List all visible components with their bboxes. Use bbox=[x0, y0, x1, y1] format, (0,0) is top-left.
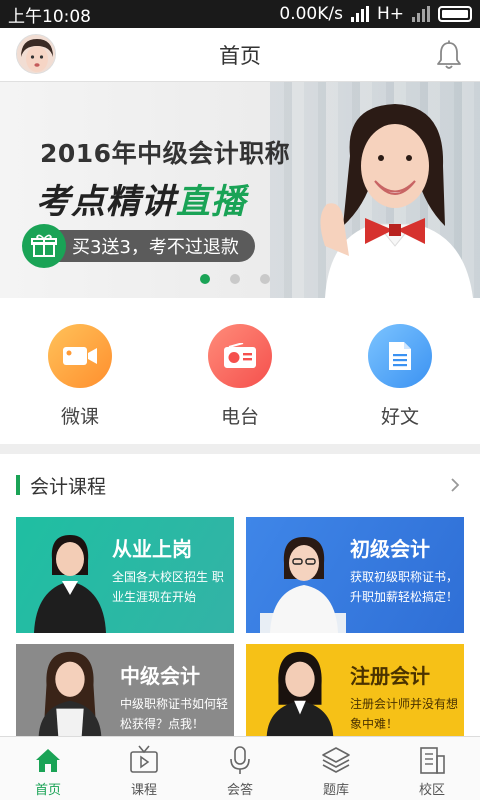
carousel-dot[interactable] bbox=[260, 274, 270, 284]
section-header[interactable]: 会计课程 bbox=[0, 454, 480, 516]
banner-subheadline: 考点精讲直播 bbox=[36, 174, 246, 223]
network-type: H+ bbox=[376, 4, 404, 24]
section-divider bbox=[0, 444, 480, 454]
section-accent-bar bbox=[16, 475, 20, 495]
page-title: 首页 bbox=[219, 43, 261, 68]
quick-nav: 微课 电台 好文 bbox=[0, 298, 480, 444]
carousel-dot[interactable] bbox=[230, 274, 240, 284]
avatar[interactable] bbox=[16, 34, 56, 74]
app-header: 首页 bbox=[0, 28, 480, 82]
tab-label: 校区 bbox=[418, 783, 445, 798]
signal-2-icon bbox=[412, 6, 430, 22]
tv-icon bbox=[130, 745, 158, 773]
quick-nav-label: 电台 bbox=[220, 406, 259, 428]
banner-model-image bbox=[320, 104, 473, 298]
course-description: 中级职称证书如何轻松获得？点我！ bbox=[120, 697, 229, 731]
signal-icon bbox=[350, 6, 369, 22]
promo-text: 买3送3，考不过退款 bbox=[46, 230, 255, 262]
radio-icon bbox=[208, 324, 272, 388]
tab-courses[interactable]: 课程 bbox=[96, 737, 192, 800]
quick-nav-label: 好文 bbox=[380, 406, 419, 428]
course-card-entry[interactable]: 从业上岗 全国各大校区招生 职业生涯现在开始 bbox=[16, 517, 234, 633]
course-title: 从业上岗 bbox=[112, 537, 192, 561]
layers-icon bbox=[322, 747, 350, 773]
course-title: 中级会计 bbox=[120, 664, 200, 688]
course-person-image bbox=[34, 535, 106, 633]
carousel-dots bbox=[200, 274, 270, 284]
tab-label: 首页 bbox=[34, 783, 61, 798]
avatar-image bbox=[17, 35, 55, 73]
tab-answers[interactable]: 会答 bbox=[192, 737, 288, 800]
course-title: 注册会计 bbox=[350, 664, 430, 688]
status-time: 上午10:08 bbox=[8, 6, 91, 27]
home-icon bbox=[36, 749, 60, 772]
course-card-cpa[interactable]: 注册会计 注册会计师并没有想象中难！ bbox=[246, 644, 464, 736]
building-icon bbox=[420, 747, 445, 774]
bell-icon[interactable] bbox=[436, 40, 462, 70]
tab-label: 课程 bbox=[130, 783, 157, 798]
banner-subheadline-b: 直播 bbox=[176, 182, 246, 222]
course-person-image bbox=[260, 537, 346, 633]
banner-subheadline-a: 考点精讲 bbox=[36, 182, 176, 222]
tab-question-bank[interactable]: 题库 bbox=[288, 737, 384, 800]
tab-label: 题库 bbox=[322, 783, 349, 798]
course-person-image bbox=[266, 651, 334, 736]
course-title: 初级会计 bbox=[350, 537, 430, 561]
banner-promo: 买3送3，考不过退款 bbox=[22, 224, 255, 268]
banner-headline: 2016年中级会计职称 bbox=[40, 139, 291, 168]
video-camera-icon bbox=[48, 324, 112, 388]
course-card-intermediate[interactable]: 中级会计 中级职称证书如何轻松获得？点我！ bbox=[16, 644, 234, 736]
quick-nav-articles[interactable]: 好文 bbox=[320, 298, 480, 444]
section-title: 会计课程 bbox=[30, 475, 107, 498]
course-card-junior[interactable]: 初级会计 获取初级职称证书，升职加薪轻松搞定！ bbox=[246, 517, 464, 633]
quick-nav-micro-class[interactable]: 微课 bbox=[0, 298, 160, 444]
gift-icon bbox=[22, 224, 66, 268]
quick-nav-label: 微课 bbox=[60, 406, 99, 428]
document-icon bbox=[368, 324, 432, 388]
course-description: 注册会计师并没有想象中难！ bbox=[350, 697, 459, 731]
tab-campus[interactable]: 校区 bbox=[384, 737, 480, 800]
bottom-tab-bar: 首页 课程 会答 题库 校区 bbox=[0, 736, 480, 800]
chevron-right-icon[interactable] bbox=[448, 478, 462, 492]
tab-label: 会答 bbox=[226, 783, 253, 798]
status-bar: 上午10:08 0.00K/s H+ bbox=[0, 0, 480, 28]
network-speed: 0.00K/s bbox=[279, 4, 343, 24]
quick-nav-radio[interactable]: 电台 bbox=[160, 298, 320, 444]
microphone-icon bbox=[230, 746, 250, 774]
carousel-dot[interactable] bbox=[200, 274, 210, 284]
tab-home[interactable]: 首页 bbox=[0, 737, 96, 800]
course-description: 获取初级职称证书，升职加薪轻松搞定！ bbox=[350, 570, 459, 604]
course-description: 全国各大校区招生 职业生涯现在开始 bbox=[112, 570, 224, 604]
course-person-image bbox=[38, 651, 102, 736]
promo-banner[interactable]: 2016年中级会计职称 考点精讲直播 买3送3，考不过退款 bbox=[0, 82, 480, 298]
battery-icon bbox=[438, 6, 472, 22]
